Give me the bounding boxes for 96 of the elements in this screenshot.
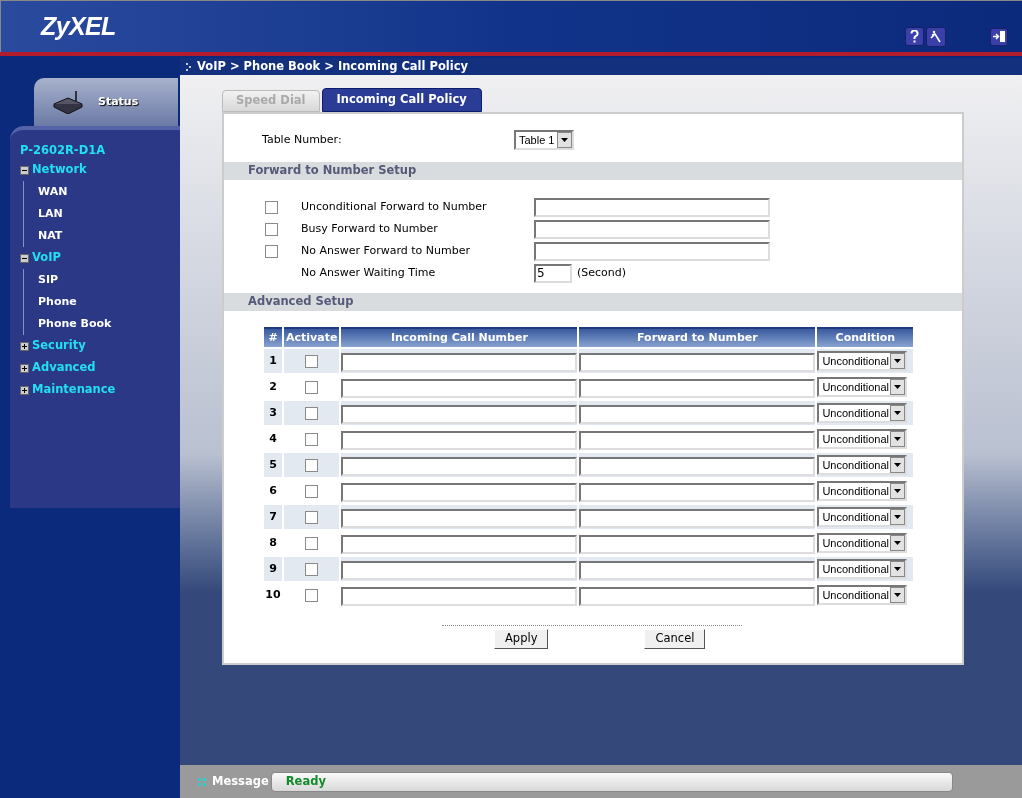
forward-number-field[interactable]	[579, 482, 816, 502]
device-name: P-2602R-D1A	[20, 142, 107, 159]
activate-checkbox[interactable]	[305, 381, 319, 394]
incoming-number-field[interactable]	[341, 404, 578, 424]
condition-select[interactable]: Unconditional	[817, 507, 908, 527]
incoming-number-field[interactable]	[341, 430, 578, 450]
section-header: Forward to Number Setup	[224, 162, 962, 180]
collapse-icon[interactable]	[20, 253, 29, 263]
nav-item[interactable]: LAN	[38, 205, 63, 223]
activate-checkbox[interactable]	[305, 537, 319, 550]
breadcrumb: VoIP > Phone Book > Incoming Call Policy	[197, 57, 469, 75]
section-header: Advanced Setup	[224, 293, 962, 311]
activate-checkbox[interactable]	[305, 459, 319, 472]
condition-select[interactable]: Unconditional	[817, 585, 908, 605]
nav-item[interactable]: SIP	[38, 271, 59, 289]
activate-checkbox[interactable]	[305, 433, 319, 446]
table-select[interactable]: Table 1	[514, 130, 574, 150]
row-number: 3	[264, 401, 282, 425]
activate-checkbox[interactable]	[305, 589, 319, 602]
nav-group[interactable]: Network	[32, 161, 87, 179]
column-header: Incoming Call Number	[341, 327, 578, 347]
field-label: Table Number:	[262, 131, 343, 148]
number-field[interactable]	[534, 197, 770, 217]
forward-number-field[interactable]	[579, 404, 816, 424]
grip-icon	[186, 62, 191, 71]
activate-checkbox[interactable]	[305, 511, 319, 524]
nav-item[interactable]: Phone	[38, 293, 77, 311]
incoming-number-field[interactable]	[341, 586, 578, 606]
field-label: No Answer Forward to Number	[301, 242, 471, 259]
activate-checkbox[interactable]	[305, 563, 319, 576]
forward-number-field[interactable]	[579, 508, 816, 528]
activate-checkbox[interactable]	[305, 407, 319, 420]
forward-number-field[interactable]	[579, 378, 816, 398]
field-label: Busy Forward to Number	[301, 220, 439, 237]
number-field[interactable]	[534, 219, 770, 239]
action-button[interactable]: Apply	[494, 629, 549, 649]
action-button[interactable]: Cancel	[644, 629, 706, 649]
tab[interactable]: Incoming Call Policy	[321, 88, 482, 112]
checkbox[interactable]	[265, 200, 278, 214]
column-header: Condition	[817, 327, 914, 347]
incoming-number-field[interactable]	[341, 534, 578, 554]
checkbox[interactable]	[265, 222, 278, 236]
row-number: 7	[264, 505, 282, 529]
collapse-icon[interactable]	[20, 165, 29, 175]
nav-item[interactable]: WAN	[38, 183, 68, 201]
nav-item[interactable]: NAT	[38, 227, 63, 245]
nav-group[interactable]: Security	[32, 337, 86, 355]
status-message: Ready	[270, 771, 953, 792]
forward-number-field[interactable]	[579, 560, 816, 580]
condition-select[interactable]: Unconditional	[817, 377, 908, 397]
forward-number-field[interactable]	[579, 352, 816, 372]
wizard-icon[interactable]	[926, 26, 946, 47]
unit-label: (Second)	[577, 264, 627, 281]
expand-icon[interactable]	[20, 341, 29, 351]
incoming-number-field[interactable]	[341, 482, 578, 502]
incoming-number-field[interactable]	[341, 456, 578, 476]
number-field[interactable]	[534, 241, 770, 261]
logout-icon[interactable]	[990, 27, 1008, 46]
forward-number-field[interactable]	[579, 534, 816, 554]
row-number: 1	[264, 349, 282, 373]
incoming-number-field[interactable]	[341, 508, 578, 528]
router-icon	[52, 90, 84, 114]
status-label: Message	[212, 772, 269, 790]
incoming-number-field[interactable]	[341, 560, 578, 580]
forward-number-field[interactable]	[579, 456, 816, 476]
condition-select[interactable]: Unconditional	[817, 455, 908, 475]
nav-group[interactable]: Advanced	[32, 359, 96, 377]
column-header: Activate	[284, 327, 340, 347]
field-label: No Answer Waiting Time	[301, 264, 437, 281]
grip-icon	[198, 777, 206, 786]
row-number: 5	[264, 453, 282, 477]
condition-select[interactable]: Unconditional	[817, 533, 908, 553]
column-header: Forward to Number	[579, 327, 816, 347]
nav-group[interactable]: VoIP	[32, 249, 61, 267]
time-field[interactable]: 5	[534, 263, 572, 283]
help-icon[interactable]	[905, 27, 924, 46]
logo: ZyXEL	[41, 10, 116, 42]
condition-select[interactable]: Unconditional	[817, 559, 908, 579]
checkbox[interactable]	[265, 244, 278, 258]
expand-icon[interactable]	[20, 385, 29, 395]
incoming-number-field[interactable]	[341, 378, 578, 398]
activate-checkbox[interactable]	[305, 355, 319, 368]
condition-select[interactable]: Unconditional	[817, 429, 908, 449]
condition-select[interactable]: Unconditional	[817, 403, 908, 423]
forward-number-field[interactable]	[579, 430, 816, 450]
nav-group[interactable]: Maintenance	[32, 381, 116, 399]
field-label: Unconditional Forward to Number	[301, 198, 488, 215]
activate-checkbox[interactable]	[305, 485, 319, 498]
condition-select[interactable]: Unconditional	[817, 481, 908, 501]
forward-number-field[interactable]	[579, 586, 816, 606]
column-header: #	[264, 327, 282, 347]
incoming-number-field[interactable]	[341, 352, 578, 372]
expand-icon[interactable]	[20, 363, 29, 373]
row-number: 9	[264, 557, 282, 581]
nav-item[interactable]: Phone Book	[38, 315, 112, 333]
condition-select[interactable]: Unconditional	[817, 351, 908, 371]
